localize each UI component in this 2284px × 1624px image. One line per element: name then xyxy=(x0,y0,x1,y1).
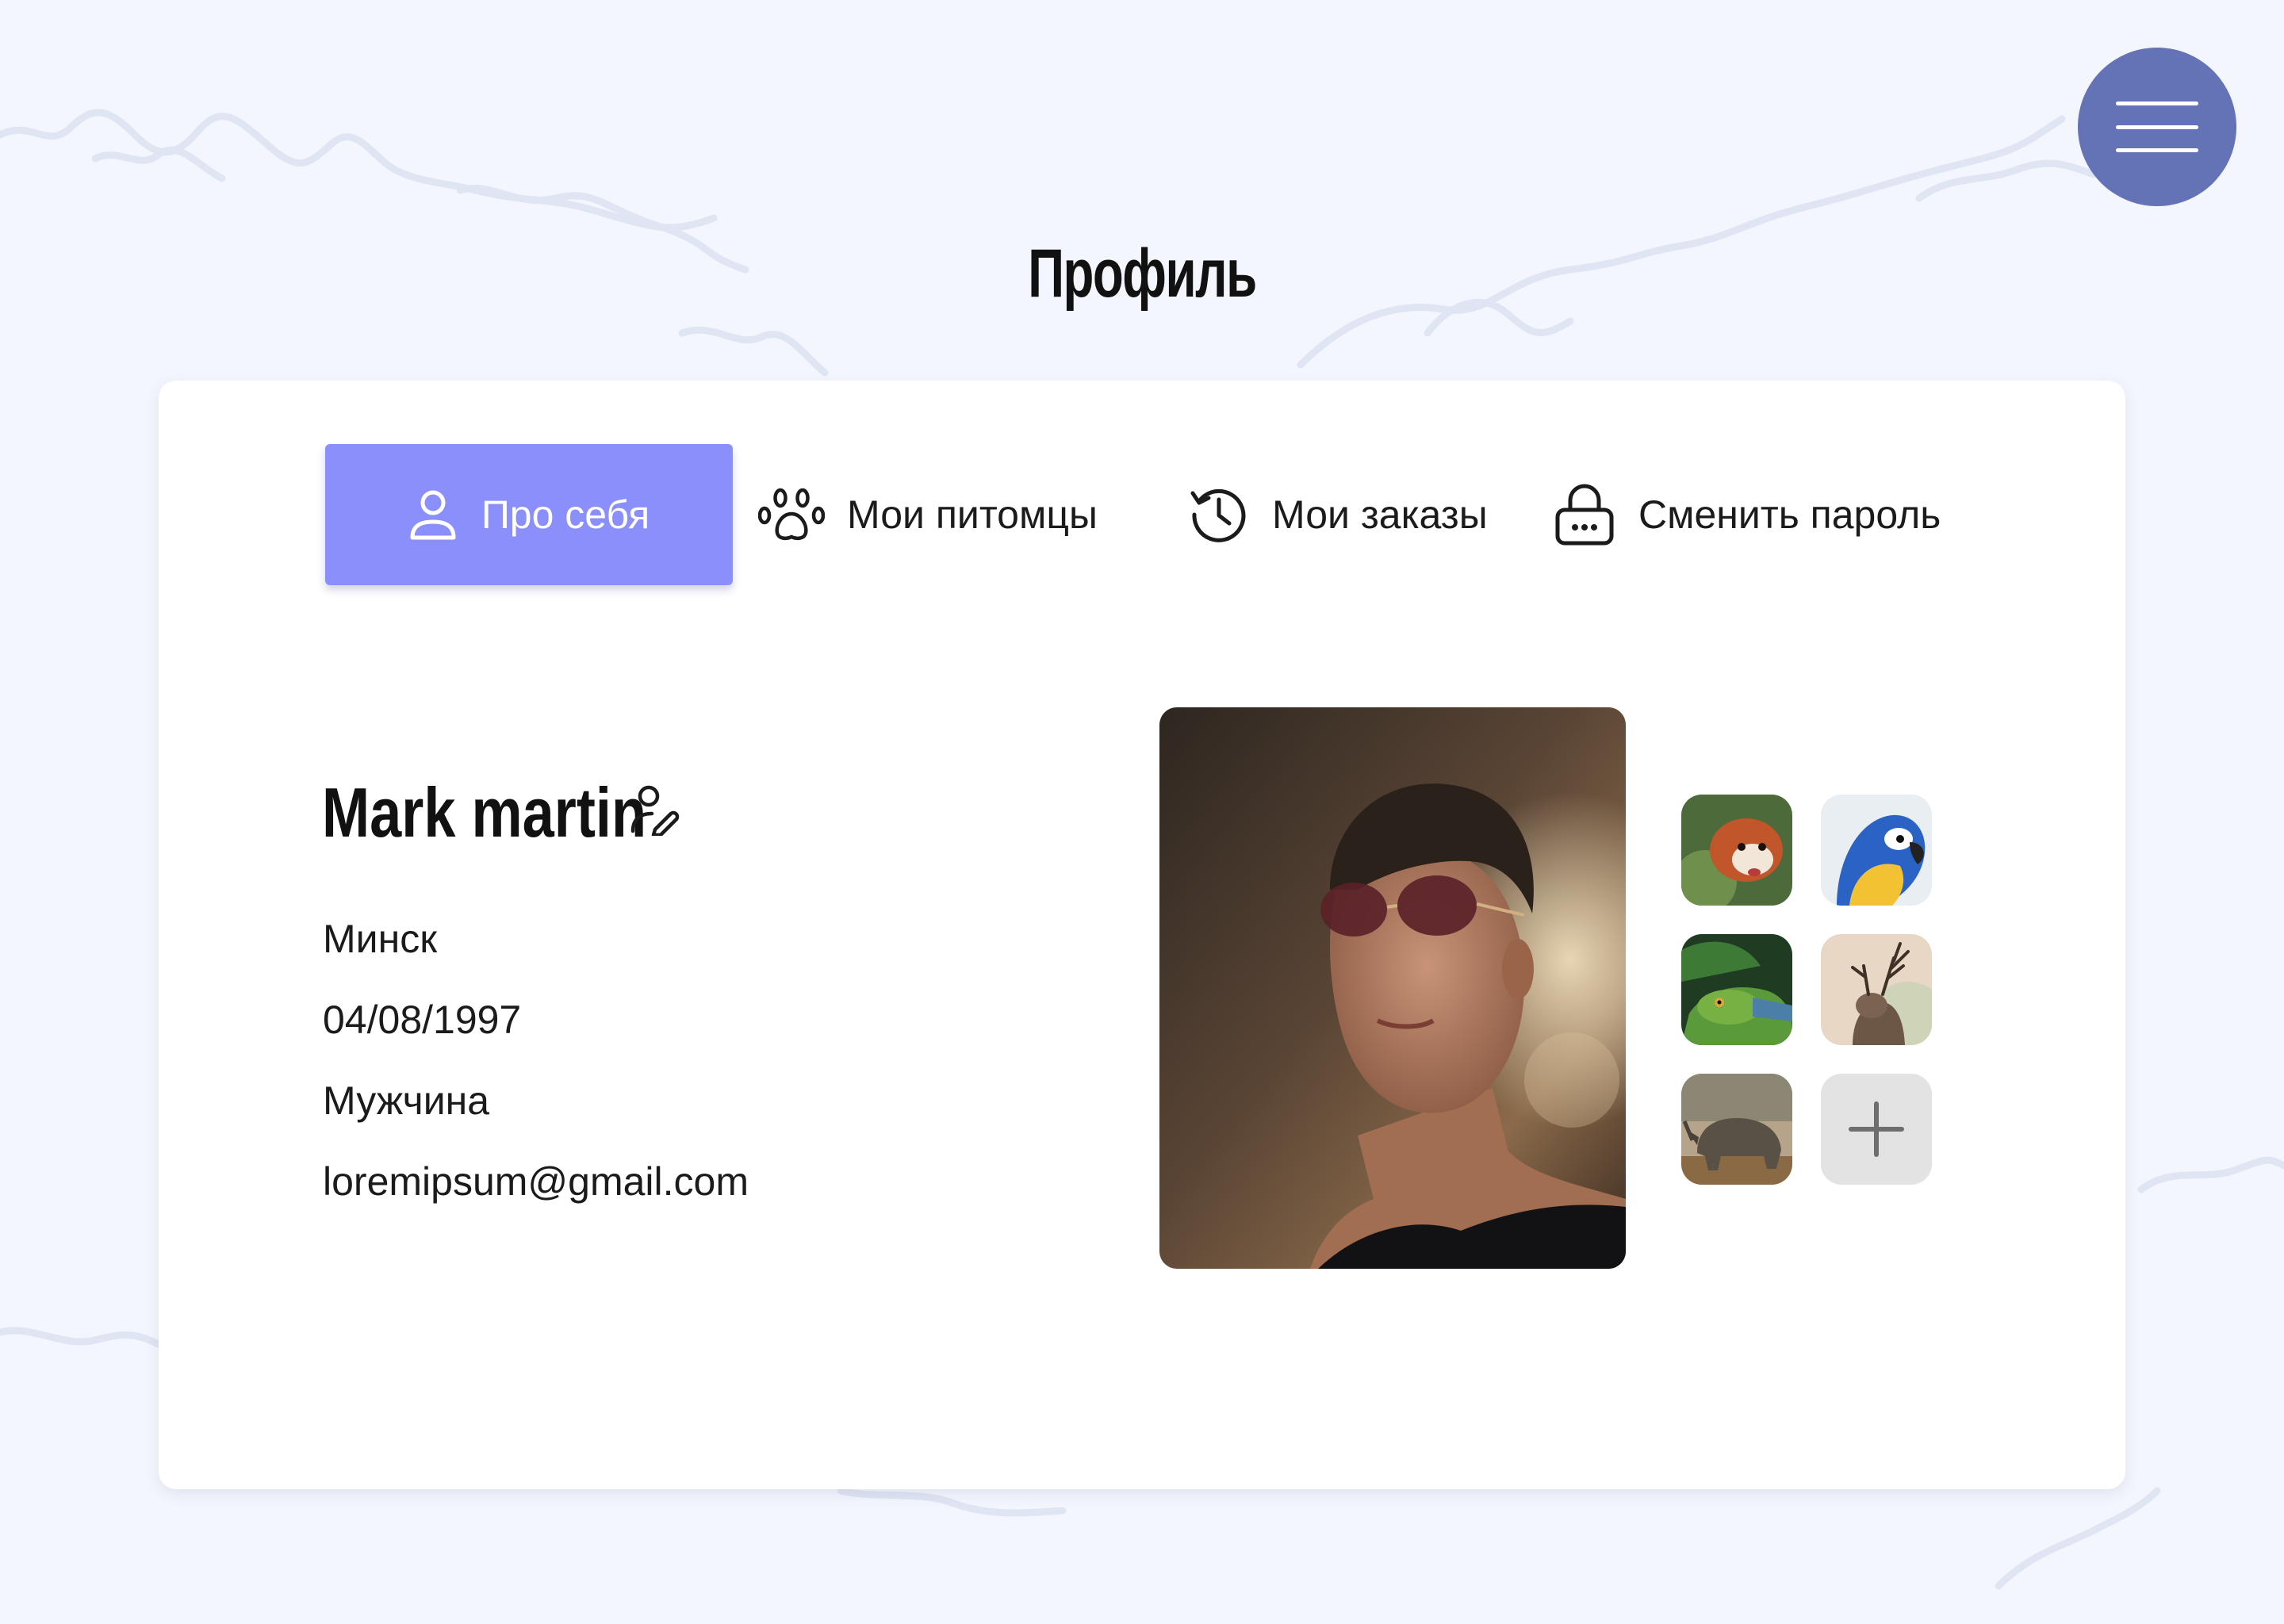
tab-change-password[interactable]: Сменить пароль xyxy=(1554,444,1941,585)
gallery-add-button[interactable] xyxy=(1821,1074,1932,1185)
user-email: loremipsum@gmail.com xyxy=(323,1159,749,1204)
profile-card: Про себя Мои питомцы Мои заказы Сменить … xyxy=(159,381,2125,1489)
gallery-thumb-rhinoceros[interactable] xyxy=(1681,1074,1792,1185)
tab-orders[interactable]: Мои заказы xyxy=(1190,444,1488,585)
user-city: Минск xyxy=(323,917,438,961)
page-title: Профиль xyxy=(1028,236,1257,312)
gallery-thumb-red-panda[interactable] xyxy=(1681,795,1792,906)
gallery-thumb-iguana[interactable] xyxy=(1681,934,1792,1045)
tab-label: Про себя xyxy=(481,492,650,537)
plus-icon xyxy=(1849,1101,1904,1157)
tab-label: Мои заказы xyxy=(1272,492,1488,537)
user-icon xyxy=(408,488,458,541)
edit-profile-button[interactable] xyxy=(628,783,684,839)
lock-icon xyxy=(1554,483,1615,546)
user-gender: Мужчина xyxy=(323,1078,490,1123)
gallery-thumb-deer[interactable] xyxy=(1821,934,1932,1045)
profile-photo xyxy=(1159,707,1626,1269)
gallery-thumb-parrot[interactable] xyxy=(1821,795,1932,906)
tab-label: Мои питомцы xyxy=(847,492,1098,537)
history-clock-icon xyxy=(1190,485,1248,544)
tab-about[interactable]: Про себя xyxy=(325,444,733,585)
user-edit-icon xyxy=(630,785,680,837)
tab-pets[interactable]: Мои питомцы xyxy=(758,444,1098,585)
menu-button[interactable] xyxy=(2078,48,2236,206)
user-birth-date: 04/08/1997 xyxy=(323,998,522,1042)
paw-icon xyxy=(758,487,825,542)
hamburger-menu-icon xyxy=(2116,102,2198,152)
user-name: Mark martin xyxy=(322,773,647,852)
tab-label: Сменить пароль xyxy=(1638,492,1941,537)
